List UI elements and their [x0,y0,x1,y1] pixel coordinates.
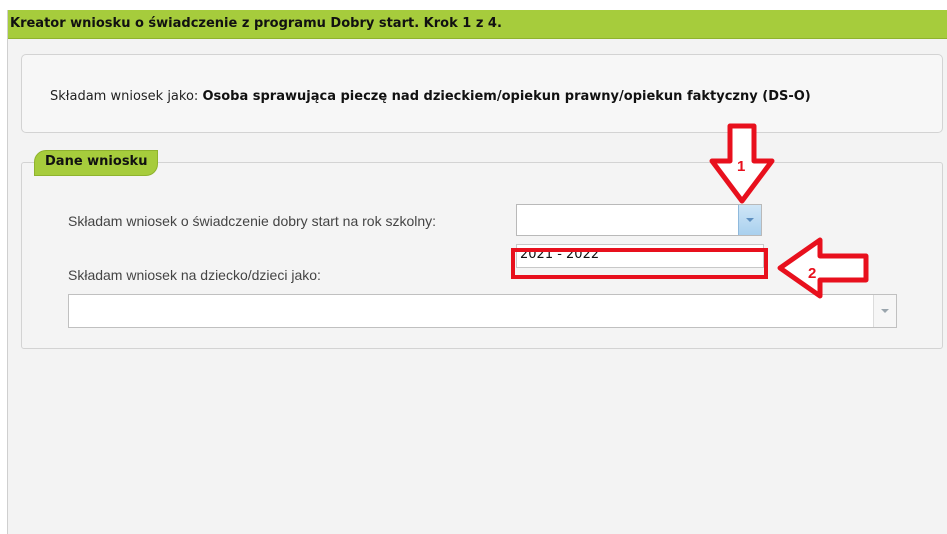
arrow-left-icon [777,237,869,299]
child-role-label: Składam wniosek na dziecko/dzieci jako: [68,267,321,283]
fieldset-legend: Dane wniosku [34,150,159,176]
wizard-title-bar: Kreator wniosku o świadczenie z programu… [8,10,947,39]
school-year-label: Składam wniosek o świadczenie dobry star… [68,213,437,229]
chevron-down-icon [746,218,754,222]
applicant-label: Składam wniosek jako: [50,89,203,104]
applicant-value: Osoba sprawująca pieczę nad dzieckiem/op… [202,89,811,104]
applicant-line: Składam wniosek jako: Osoba sprawująca p… [50,89,811,104]
child-role-dropdown-button[interactable] [873,295,896,327]
annotation-number-1: 1 [737,158,746,175]
child-role-select[interactable] [68,294,897,328]
highlight-box [511,248,768,279]
chevron-down-icon [881,309,889,313]
annotation-number-2: 2 [808,265,817,282]
wizard-frame: Kreator wniosku o świadczenie z programu… [7,10,947,534]
school-year-select[interactable] [516,204,762,236]
empty-content-area [8,357,947,534]
school-year-dropdown-button[interactable] [738,205,761,235]
wizard-title: Kreator wniosku o świadczenie z programu… [10,16,502,31]
applicant-panel: Składam wniosek jako: Osoba sprawująca p… [21,54,943,133]
